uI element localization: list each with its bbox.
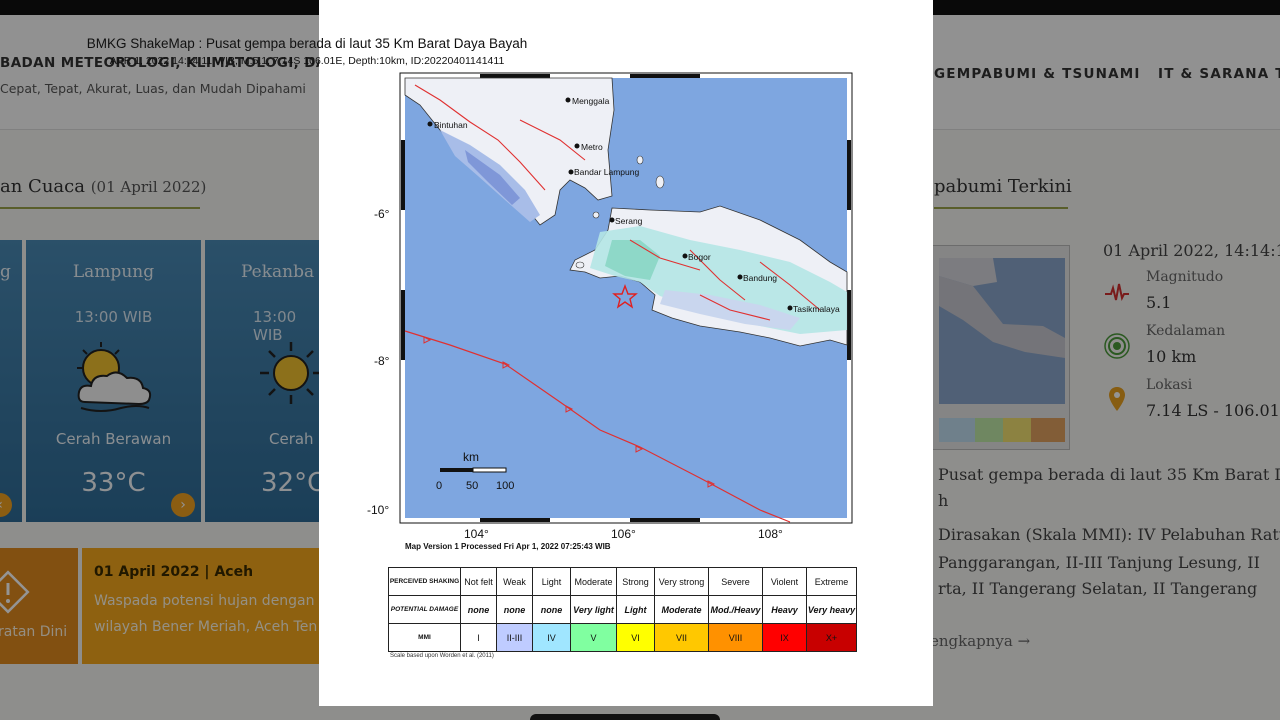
lat-tick-label: -6° xyxy=(374,207,390,221)
city-label: Serang xyxy=(615,216,643,226)
scale-bar-unit: km xyxy=(463,450,479,464)
city-label: Menggala xyxy=(572,96,610,106)
shaking-cell: Very strong xyxy=(654,567,709,596)
damage-cell: none xyxy=(532,595,571,624)
mmi-cell: VII xyxy=(654,623,709,652)
damage-cell: Mod./Heavy xyxy=(708,595,763,624)
shakemap-map: Menggala Bintuhan Metro Bandar Lampung S… xyxy=(367,72,853,540)
shaking-cell: Weak xyxy=(496,567,533,596)
city-label: Tasikmalaya xyxy=(793,304,840,314)
mmi-legend-table: PERCEIVED SHAKING Not felt Weak Light Mo… xyxy=(388,567,857,652)
mmi-row: MMI I II-III IV V VI VII VIII IX X+ xyxy=(388,623,857,652)
shaking-cell: Not felt xyxy=(460,567,497,596)
damage-cell: Moderate xyxy=(654,595,709,624)
lat-tick-label: -8° xyxy=(374,354,390,368)
shakemap-subtitle: APR 1, 2022 14:14:11 WIB, M:5.1, 7.14S 1… xyxy=(109,55,505,67)
damage-cell: Very light xyxy=(570,595,617,624)
shaking-cell: Strong xyxy=(616,567,655,596)
mmi-cell: IX xyxy=(762,623,807,652)
row-header: MMI xyxy=(388,623,461,652)
damage-cell: Heavy xyxy=(762,595,807,624)
shaking-cell: Severe xyxy=(708,567,763,596)
city-label: Bogor xyxy=(688,252,711,262)
scale-bar-tick: 0 xyxy=(436,480,442,492)
mmi-cell: VI xyxy=(616,623,655,652)
potential-damage-row: POTENTIAL DAMAGE none none none Very lig… xyxy=(388,595,857,624)
shaking-cell: Extreme xyxy=(806,567,857,596)
damage-cell: Very heavy xyxy=(806,595,857,624)
perceived-shaking-row: PERCEIVED SHAKING Not felt Weak Light Mo… xyxy=(388,567,857,596)
mmi-cell: IV xyxy=(532,623,571,652)
damage-cell: Light xyxy=(616,595,655,624)
mmi-cell: V xyxy=(570,623,617,652)
shakemap-title: BMKG ShakeMap : Pusat gempa berada di la… xyxy=(86,36,528,51)
shaking-cell: Violent xyxy=(762,567,807,596)
mmi-cell: I xyxy=(460,623,497,652)
lon-tick-label: 108° xyxy=(758,527,783,540)
scale-bar-tick: 100 xyxy=(496,480,514,492)
lon-tick-label: 104° xyxy=(464,527,489,540)
mmi-cell: II-III xyxy=(496,623,533,652)
lon-tick-label: 106° xyxy=(611,527,636,540)
damage-cell: none xyxy=(496,595,533,624)
scale-source-note: Scale based upon Worden et al. (2011) xyxy=(390,653,494,659)
city-label: Bandar Lampung xyxy=(574,167,639,177)
lat-tick-label: -10° xyxy=(367,503,389,517)
damage-cell: none xyxy=(460,595,497,624)
mmi-cell: VIII xyxy=(708,623,763,652)
mmi-cell: X+ xyxy=(806,623,857,652)
city-label: Bandung xyxy=(743,273,777,283)
row-header: POTENTIAL DAMAGE xyxy=(388,595,461,624)
shaking-cell: Light xyxy=(532,567,571,596)
shaking-cell: Moderate xyxy=(570,567,617,596)
scale-bar-tick: 50 xyxy=(466,480,478,492)
city-label: Bintuhan xyxy=(434,120,468,130)
row-header: PERCEIVED SHAKING xyxy=(388,567,461,596)
city-label: Metro xyxy=(581,142,603,152)
bottom-handle xyxy=(530,714,720,720)
shakemap-processed-note: Map Version 1 Processed Fri Apr 1, 2022 … xyxy=(405,542,611,551)
